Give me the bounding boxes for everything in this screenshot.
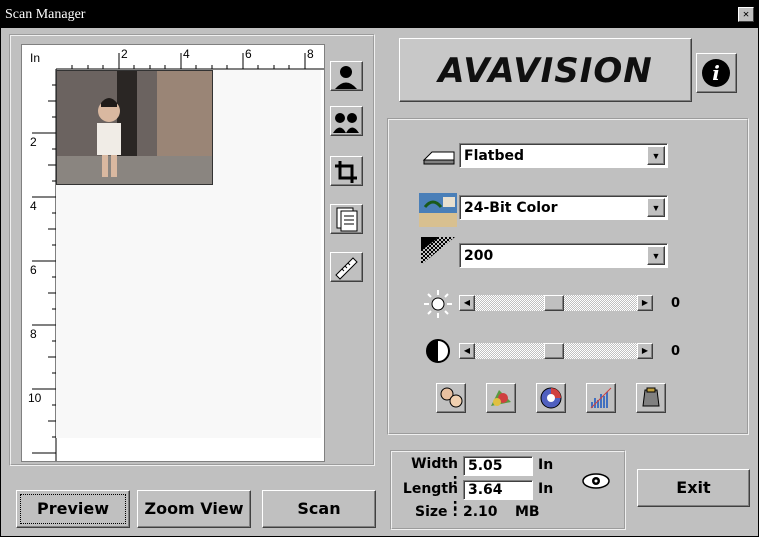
filter-icon	[642, 387, 660, 407]
chevron-down-icon[interactable]: ▼	[647, 198, 665, 217]
color-adjust-button[interactable]	[486, 383, 516, 413]
dual-portrait-button[interactable]	[330, 106, 363, 136]
preview-button[interactable]: Preview	[16, 490, 130, 528]
source-value: Flatbed	[464, 148, 525, 164]
preview-image[interactable]	[56, 70, 213, 185]
resolution-dropdown[interactable]: 200 ▼	[459, 243, 668, 268]
faces-icon	[440, 387, 463, 408]
resolution-value: 200	[464, 248, 494, 264]
dual-portrait-icon	[333, 113, 359, 133]
size-unit: MB	[515, 504, 540, 520]
color-mode-value: 24-Bit Color	[464, 200, 558, 216]
portrait-button[interactable]	[330, 61, 363, 91]
contrast-icon	[426, 339, 450, 363]
scan-button[interactable]: Scan	[262, 490, 376, 528]
brightness-thumb[interactable]	[544, 295, 564, 311]
histogram-icon	[590, 387, 612, 409]
contrast-value: 0	[671, 344, 681, 359]
exit-button[interactable]: Exit	[637, 469, 750, 507]
source-dropdown[interactable]: Flatbed ▼	[459, 143, 668, 168]
ruler-y-label: 2	[30, 135, 37, 149]
scroll-left-icon[interactable]: ◀	[459, 295, 475, 311]
multi-page-button[interactable]	[330, 204, 363, 234]
ruler-y-label: 6	[30, 263, 37, 277]
color-mode-dropdown[interactable]: 24-Bit Color ▼	[459, 195, 668, 220]
title-bar: Scan Manager ×	[1, 1, 758, 28]
info-icon: i	[702, 59, 730, 87]
ruler-x-label: 4	[183, 47, 190, 61]
size-label: Size :	[415, 504, 458, 520]
scroll-right-icon[interactable]: ▶	[637, 295, 653, 311]
resolution-icon	[421, 237, 455, 265]
info-button[interactable]: i	[696, 53, 737, 93]
width-field[interactable]: 5.05	[463, 456, 533, 476]
measure-button[interactable]	[330, 252, 363, 282]
avision-logo: AVAVISION	[438, 51, 653, 91]
window-title: Scan Manager	[5, 7, 86, 22]
ruler-y-label: 4	[30, 199, 37, 213]
avision-logo-button[interactable]: AVAVISION	[399, 38, 692, 102]
ruler-x-label: 2	[121, 47, 128, 61]
chevron-down-icon[interactable]: ▼	[647, 246, 665, 265]
scroll-left-icon[interactable]: ◀	[459, 343, 475, 359]
color-adjust-icon	[491, 390, 511, 406]
histogram-button[interactable]	[586, 383, 616, 413]
ruler-x-label: 6	[245, 47, 252, 61]
ruler-y-label: 10	[28, 391, 42, 405]
ruler-y-label: 8	[30, 327, 37, 341]
portrait-icon	[335, 66, 357, 89]
brightness-icon	[424, 290, 452, 318]
scan-manager-window: Scan Manager × In 2 4 6 8 2 4 6 8 10 AVA…	[0, 0, 759, 537]
contrast-slider[interactable]: ◀ ▶	[459, 343, 653, 359]
multi-page-icon	[336, 207, 358, 232]
width-unit: In	[538, 457, 554, 473]
chevron-down-icon[interactable]: ▼	[647, 146, 665, 165]
brightness-value: 0	[671, 296, 681, 311]
length-field[interactable]: 3.64	[463, 480, 533, 500]
length-unit: In	[538, 481, 554, 497]
eye-icon[interactable]	[581, 472, 611, 490]
ruler-unit-label: In	[30, 51, 41, 65]
crop-icon	[335, 161, 357, 183]
skin-tone-button[interactable]	[436, 383, 466, 413]
ruler-x-label: 8	[307, 47, 314, 61]
color-wheel-button[interactable]	[536, 383, 566, 413]
measure-icon	[335, 257, 358, 280]
brightness-slider[interactable]: ◀ ▶	[459, 295, 653, 311]
close-icon[interactable]: ×	[738, 7, 754, 22]
color-wheel-icon	[540, 387, 562, 409]
crop-button[interactable]	[330, 156, 363, 186]
contrast-thumb[interactable]	[544, 343, 564, 359]
child-photo-image	[57, 71, 212, 184]
flatbed-icon	[422, 151, 455, 165]
color-mode-icon	[419, 193, 457, 227]
filter-button[interactable]	[636, 383, 666, 413]
size-value: 2.10	[463, 504, 498, 520]
zoom-view-button[interactable]: Zoom View	[137, 490, 251, 528]
info-glyph: i	[712, 61, 720, 85]
scroll-right-icon[interactable]: ▶	[637, 343, 653, 359]
